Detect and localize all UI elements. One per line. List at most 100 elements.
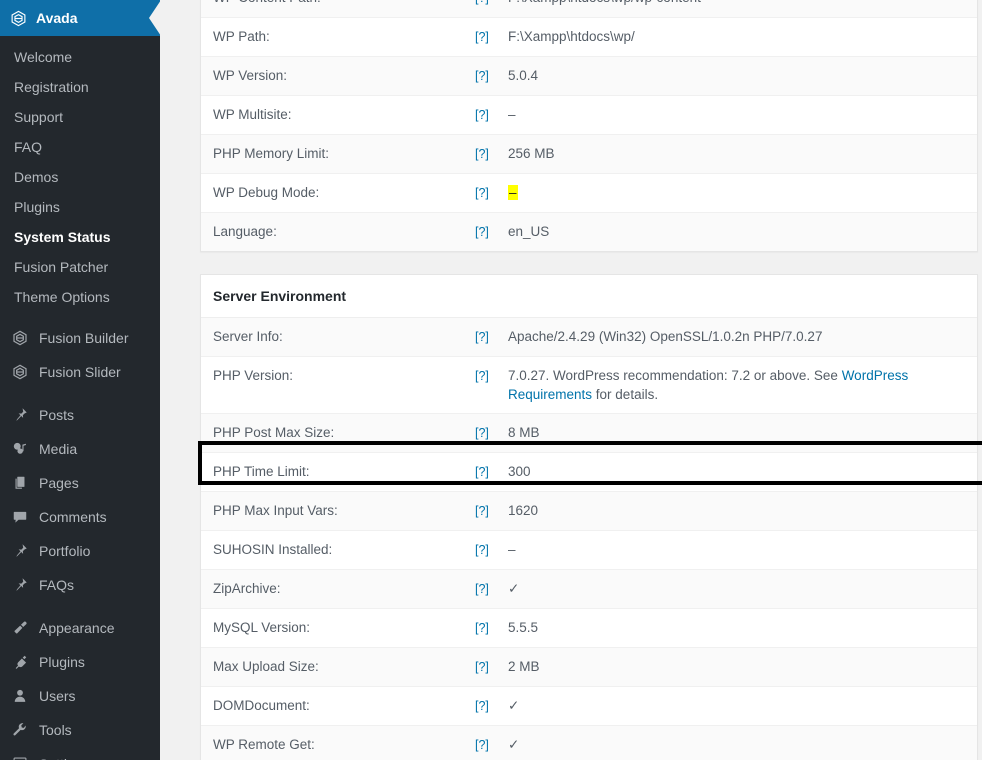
row-help[interactable]: [?]	[463, 357, 496, 414]
row-help[interactable]: [?]	[463, 570, 496, 609]
sidebar-item-fusion-builder[interactable]: Fusion Builder	[0, 321, 160, 355]
row-help[interactable]: [?]	[463, 414, 496, 453]
sidebar-item-label: Pages	[39, 475, 79, 491]
php-version-text: 7.0.27. WordPress recommendation: 7.2 or…	[508, 368, 842, 383]
table-row: PHP Memory Limit: [?] 256 MB	[201, 134, 977, 174]
plug-icon	[10, 652, 30, 672]
help-link[interactable]: [?]	[475, 465, 489, 479]
help-link[interactable]: [?]	[475, 30, 489, 44]
sidebar-item-label: Plugins	[39, 654, 85, 670]
help-link[interactable]: [?]	[475, 369, 489, 383]
row-help[interactable]: [?]	[463, 726, 496, 760]
sidebar-item-users[interactable]: Users	[0, 679, 160, 713]
sidebar-item-label: Fusion Builder	[39, 330, 129, 346]
row-help[interactable]: [?]	[463, 609, 496, 648]
sidebar-item-tools[interactable]: Tools	[0, 713, 160, 747]
row-help[interactable]: [?]	[463, 0, 496, 18]
sidebar-item-label: System Status	[14, 229, 111, 245]
sidebar-item-label: Users	[39, 688, 76, 704]
wp-admin-screen: Avada Welcome Registration Support FAQ D…	[0, 0, 982, 760]
row-help[interactable]: [?]	[463, 687, 496, 726]
sidebar-item-theme-options[interactable]: Theme Options	[0, 282, 160, 312]
admin-sidebar: Avada Welcome Registration Support FAQ D…	[0, 0, 160, 760]
sidebar-item-fusion-slider[interactable]: Fusion Slider	[0, 355, 160, 389]
row-help[interactable]: [?]	[463, 648, 496, 687]
sidebar-item-plugins[interactable]: Plugins	[0, 645, 160, 679]
help-link[interactable]: [?]	[475, 330, 489, 344]
help-link[interactable]: [?]	[475, 426, 489, 440]
avada-hexagon-logo	[10, 10, 27, 27]
sidebar-item-fusion-patcher[interactable]: Fusion Patcher	[0, 252, 160, 282]
sidebar-item-label: Theme Options	[14, 289, 110, 305]
sidebar-item-label: Comments	[39, 509, 107, 525]
help-link[interactable]: [?]	[475, 582, 489, 596]
avada-hexagon-icon	[10, 362, 30, 382]
row-help[interactable]: [?]	[463, 96, 496, 135]
row-label: SUHOSIN Installed:	[213, 542, 333, 557]
row-help[interactable]: [?]	[463, 135, 496, 174]
row-value: 5.0.4	[508, 68, 539, 83]
sidebar-item-portfolio[interactable]: Portfolio	[0, 534, 160, 568]
row-value: 256 MB	[508, 146, 555, 161]
help-link[interactable]: [?]	[475, 186, 489, 200]
help-link[interactable]: [?]	[475, 543, 489, 557]
row-label: PHP Max Input Vars:	[213, 503, 338, 518]
help-link[interactable]: [?]	[475, 621, 489, 635]
sidebar-item-media[interactable]: Media	[0, 432, 160, 466]
sidebar-item-posts[interactable]: Posts	[0, 398, 160, 432]
sidebar-item-support[interactable]: Support	[0, 102, 160, 132]
table-row: DOMDocument: [?] ✓	[201, 686, 977, 726]
row-help[interactable]: [?]	[463, 174, 496, 213]
table-row: PHP Post Max Size: [?] 8 MB	[201, 413, 977, 453]
sidebar-item-label: FAQ	[14, 139, 43, 155]
help-link[interactable]: [?]	[475, 108, 489, 122]
user-icon	[10, 686, 30, 706]
sidebar-item-comments[interactable]: Comments	[0, 500, 160, 534]
sidebar-item-label: Plugins	[14, 199, 60, 215]
row-label: Server Info:	[213, 329, 283, 344]
sidebar-item-system-status[interactable]: System Status	[0, 222, 160, 252]
sidebar-item-registration[interactable]: Registration	[0, 72, 160, 102]
row-help[interactable]: [?]	[463, 213, 496, 252]
row-label: ZipArchive:	[213, 581, 281, 596]
row-help[interactable]: [?]	[463, 57, 496, 96]
help-link[interactable]: [?]	[475, 660, 489, 674]
table-row: PHP Time Limit: [?] 300	[201, 452, 977, 492]
row-label: WP Content Path:	[201, 0, 463, 18]
pushpin-icon	[10, 541, 30, 561]
row-value: 2 MB	[508, 659, 540, 674]
row-help[interactable]: [?]	[463, 453, 496, 492]
help-link[interactable]: [?]	[475, 699, 489, 713]
row-label: PHP Memory Limit:	[213, 146, 330, 161]
main-content: WP Content Path: [?] F:\Xampp\htdocs\wp/…	[160, 0, 982, 760]
settings-sliders-icon	[10, 754, 30, 760]
table-row: MySQL Version: [?] 5.5.5	[201, 608, 977, 648]
sidebar-brand-avada[interactable]: Avada	[0, 0, 160, 36]
sidebar-brand-label: Avada	[36, 10, 78, 26]
pushpin-icon	[10, 405, 30, 425]
table-row: Language: [?] en_US	[201, 212, 977, 252]
help-link[interactable]: [?]	[475, 147, 489, 161]
row-help[interactable]: [?]	[463, 318, 496, 357]
sidebar-item-pages[interactable]: Pages	[0, 466, 160, 500]
sidebar-item-appearance[interactable]: Appearance	[0, 611, 160, 645]
row-help[interactable]: [?]	[463, 18, 496, 57]
table-row: WP Multisite: [?] –	[201, 95, 977, 135]
row-label: WP Version:	[213, 68, 288, 83]
help-link[interactable]: [?]	[475, 225, 489, 239]
help-link[interactable]: [?]	[475, 0, 489, 5]
sidebar-item-plugins-avada[interactable]: Plugins	[0, 192, 160, 222]
help-link[interactable]: [?]	[475, 738, 489, 752]
row-label: PHP Post Max Size:	[213, 425, 335, 440]
table-row: Max Upload Size: [?] 2 MB	[201, 647, 977, 687]
sidebar-item-demos[interactable]: Demos	[0, 162, 160, 192]
help-link[interactable]: [?]	[475, 504, 489, 518]
help-link[interactable]: [?]	[475, 69, 489, 83]
row-help[interactable]: [?]	[463, 531, 496, 570]
sidebar-item-settings[interactable]: Settings	[0, 747, 160, 760]
row-value: 5.5.5	[508, 620, 539, 635]
sidebar-item-welcome[interactable]: Welcome	[0, 42, 160, 72]
sidebar-item-faqs[interactable]: FAQs	[0, 568, 160, 602]
sidebar-item-faq[interactable]: FAQ	[0, 132, 160, 162]
row-help[interactable]: [?]	[463, 492, 496, 531]
